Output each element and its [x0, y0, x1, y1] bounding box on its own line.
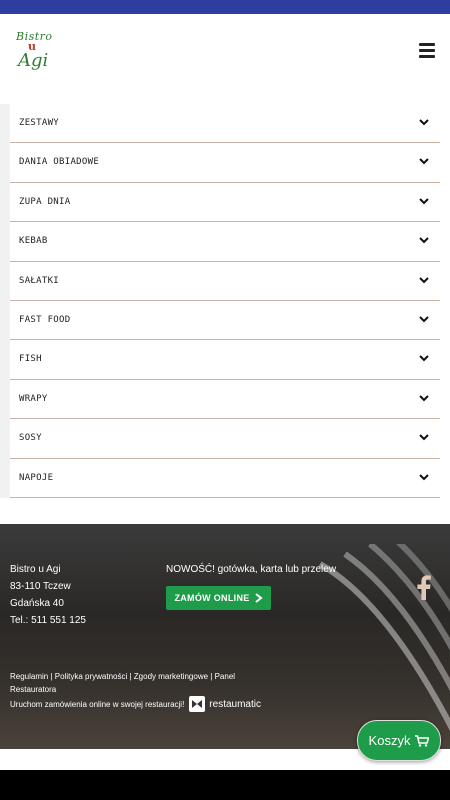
footer-city: 83-110 Tczew	[10, 581, 71, 592]
chevron-right-icon	[254, 593, 263, 603]
site-header: Bistro u Agi	[0, 14, 450, 104]
link-privacy-policy[interactable]: Polityka prywatności	[55, 672, 127, 681]
category-item-zupa-dnia[interactable]: ZUPA DNIA	[10, 182, 440, 223]
category-label: FAST FOOD	[19, 314, 71, 325]
payment-news: NOWOŚĆ! gotówka, karta lub przelew	[166, 564, 337, 575]
cart-button[interactable]: Koszyk	[357, 720, 441, 761]
chevron-down-icon	[419, 198, 429, 205]
category-label: ZUPA DNIA	[19, 196, 71, 207]
chevron-down-icon	[419, 434, 429, 441]
footer-restaurant-name: Bistro u Agi	[10, 564, 61, 575]
category-item-salatki[interactable]: SAŁATKI	[10, 261, 440, 301]
facebook-icon[interactable]	[416, 574, 432, 600]
restaumatic-logo[interactable]: restaumatic	[189, 696, 261, 712]
category-item-kebab[interactable]: KEBAB	[10, 222, 440, 262]
category-item-fish[interactable]: FISH	[10, 340, 440, 380]
site-footer: Bistro u Agi 83-110 Tczew Gdańska 40 Tel…	[0, 524, 450, 749]
category-label: DANIA OBIADOWE	[19, 157, 100, 168]
restaumatic-brand: restaumatic	[209, 698, 261, 710]
bistro-logo[interactable]: Bistro u Agi	[14, 30, 74, 90]
order-online-label: ZAMÓW ONLINE	[174, 593, 250, 603]
hamburger-menu-icon[interactable]	[418, 42, 438, 60]
navigation-bar	[0, 770, 450, 800]
chevron-down-icon	[419, 473, 429, 480]
chevron-down-icon	[419, 237, 429, 244]
category-list: ZESTAWY DANIA OBIADOWE ZUPA DNIA KEBAB S…	[10, 104, 440, 498]
powered-text: Uruchom zamówienia online w swojej resta…	[10, 699, 185, 709]
category-label: FISH	[19, 354, 42, 365]
category-label: NAPOJE	[19, 472, 54, 483]
category-item-napoje[interactable]: NAPOJE	[10, 458, 440, 498]
chevron-down-icon	[419, 119, 429, 126]
link-regulamin[interactable]: Regulamin	[10, 672, 48, 681]
chevron-down-icon	[419, 276, 429, 283]
chevron-down-icon	[419, 355, 429, 362]
category-item-zestawy[interactable]: ZESTAWY	[10, 104, 440, 144]
footer-links: Regulamin | Polityka prywatności | Zgody…	[10, 672, 236, 694]
category-item-wrapy[interactable]: WRAPY	[10, 379, 440, 420]
footer-street: Gdańska 40	[10, 598, 64, 609]
chevron-down-icon	[419, 158, 429, 165]
restaumatic-icon	[189, 696, 206, 712]
category-item-dania-obiadowe[interactable]: DANIA OBIADOWE	[10, 143, 440, 183]
category-label: SAŁATKI	[19, 275, 60, 286]
category-item-sosy[interactable]: SOSY	[10, 419, 440, 459]
category-label: WRAPY	[19, 393, 48, 404]
powered-by: Uruchom zamówienia online w swojej resta…	[10, 696, 261, 712]
link-marketing-consents[interactable]: Zgody marketingowe	[134, 672, 208, 681]
category-label: KEBAB	[19, 236, 48, 247]
category-label: SOSY	[19, 433, 42, 444]
status-bar	[0, 0, 450, 14]
cart-label: Koszyk	[368, 733, 411, 748]
chevron-down-icon	[419, 395, 429, 402]
category-item-fast-food[interactable]: FAST FOOD	[10, 300, 440, 341]
logo-line-3: Agi	[18, 50, 49, 71]
category-label: ZESTAWY	[19, 118, 60, 128]
order-online-button[interactable]: ZAMÓW ONLINE	[166, 586, 271, 610]
category-menu-panel: ZESTAWY DANIA OBIADOWE ZUPA DNIA KEBAB S…	[0, 104, 440, 498]
shopping-cart-icon	[415, 734, 430, 747]
chevron-down-icon	[419, 316, 429, 323]
footer-phone[interactable]: Tel.: 511 551 125	[10, 615, 86, 626]
